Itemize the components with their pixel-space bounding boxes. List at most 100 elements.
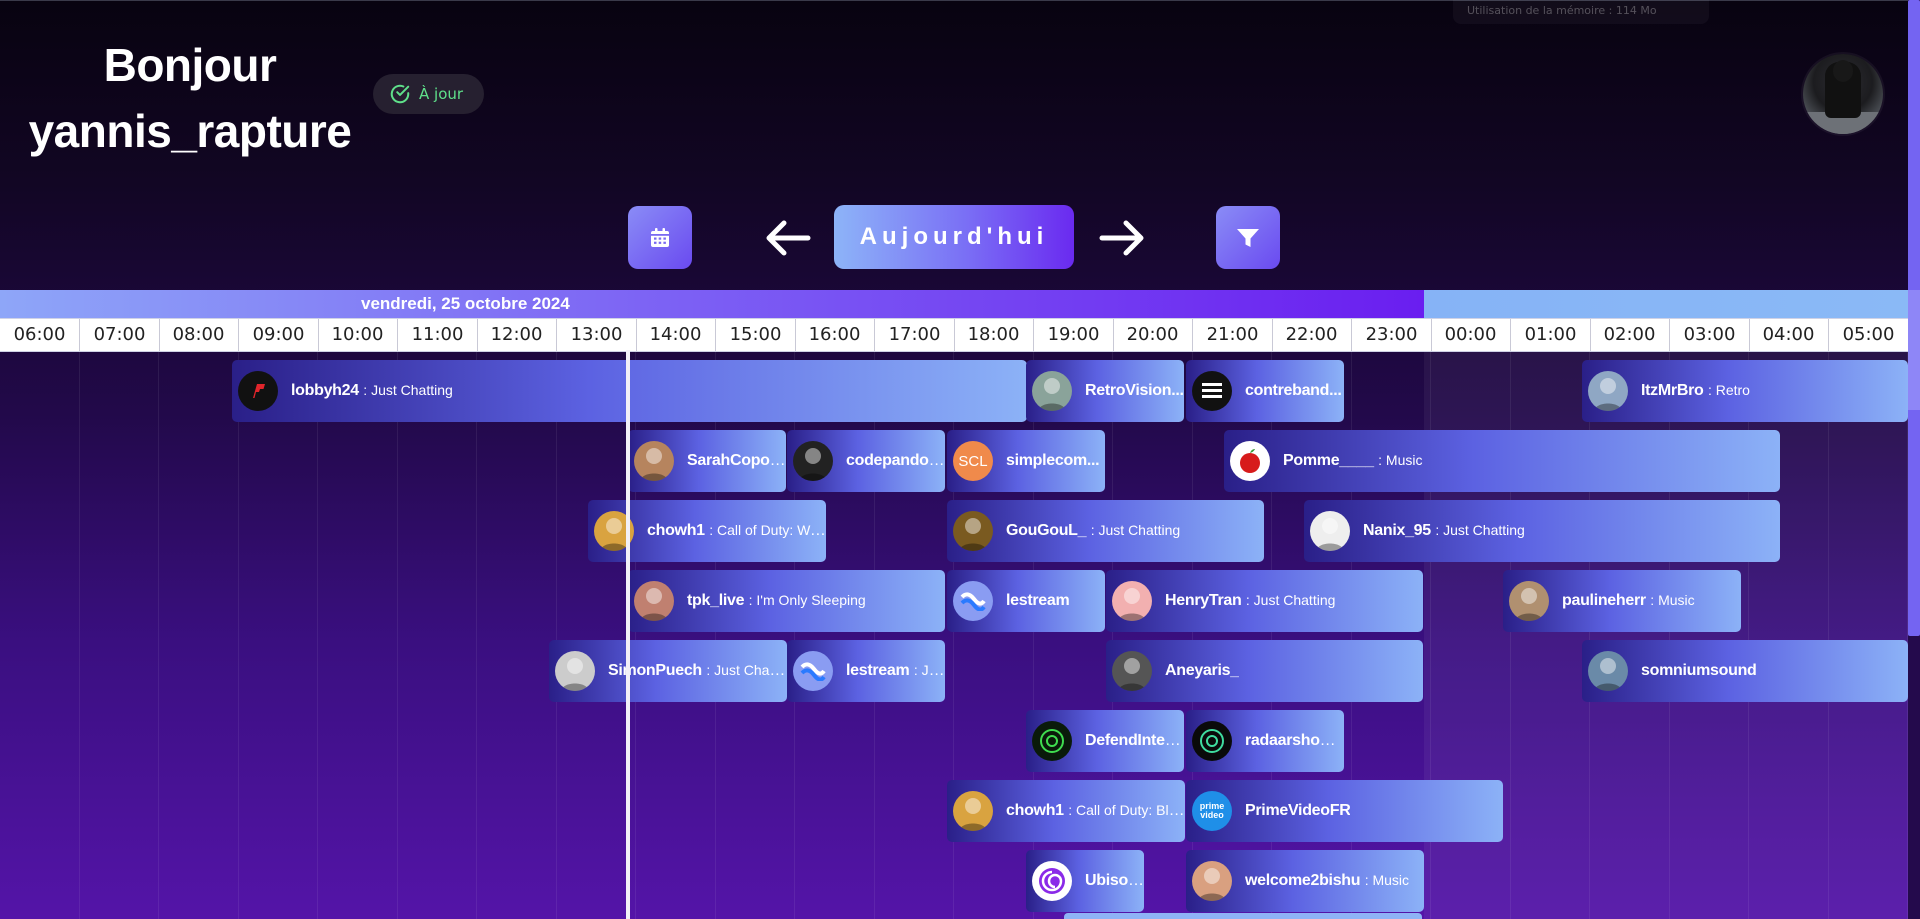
hour-label: 22:00: [1272, 319, 1352, 351]
streamer-name: lestream: [1006, 592, 1070, 609]
filter-icon: [1237, 228, 1259, 247]
streamer-avatar: [1112, 581, 1152, 621]
event-label: Ubisof...: [1085, 872, 1144, 890]
event-label: PrimeVideoFR: [1245, 802, 1350, 820]
streamer-avatar: [555, 651, 595, 691]
streamer-name: chowh1: [1006, 802, 1064, 819]
stream-event[interactable]: radaarshow : ...: [1186, 710, 1344, 772]
stream-event[interactable]: lestream: [947, 570, 1105, 632]
stream-event[interactable]: Aneyaris_: [1106, 640, 1423, 702]
filter-button[interactable]: [1216, 206, 1280, 269]
stream-event[interactable]: GouGouL_ : Just Chatting: [947, 500, 1264, 562]
stream-event[interactable]: chowh1 : Call of Duty: War...: [588, 500, 826, 562]
stream-event[interactable]: Nanix_95 : Just Chatting: [1304, 500, 1780, 562]
hour-label: 08:00: [159, 319, 239, 351]
streamer-name: welcome2bishu: [1245, 872, 1361, 889]
streamer-name: GouGouL_: [1006, 522, 1087, 539]
stream-event[interactable]: HenryTran : Just Chatting: [1106, 570, 1423, 632]
hour-label: 01:00: [1511, 319, 1591, 351]
streamer-avatar: [1509, 581, 1549, 621]
streamer-avatar: [1310, 511, 1350, 551]
stream-event[interactable]: welcome2bishu : Music: [1186, 850, 1424, 912]
hour-label: 06:00: [0, 319, 80, 351]
grid-line: [1828, 352, 1829, 919]
stream-event[interactable]: contreband...: [1186, 360, 1344, 422]
event-label: tpk_live : I'm Only Sleeping: [687, 592, 866, 610]
stream-category: : Just Chatti...: [706, 662, 787, 678]
streamer-avatar: [953, 581, 993, 621]
hour-label: 07:00: [80, 319, 160, 351]
stream-event[interactable]: tpk_live : I'm Only Sleeping: [628, 570, 945, 632]
event-label: lestream : Jus...: [846, 662, 945, 680]
stream-event[interactable]: somniumsound: [1582, 640, 1908, 702]
streamer-name: radaarshow: [1245, 732, 1332, 749]
event-label: HenryTran : Just Chatting: [1165, 592, 1335, 610]
event-partial[interactable]: [1064, 913, 1422, 919]
stream-event[interactable]: Pomme____ : Music: [1224, 430, 1780, 492]
stream-event[interactable]: Ubisof...: [1026, 850, 1144, 912]
hours-timeline: 06:00 07:00 08:00 09:00 10:00 11:00 12:00 13:00…: [0, 318, 1909, 352]
stream-event[interactable]: paulineherr : Music: [1503, 570, 1741, 632]
today-button[interactable]: Aujourd'hui: [834, 205, 1074, 269]
previous-day-button[interactable]: [760, 214, 816, 262]
streamer-name: Ubisof...: [1085, 872, 1144, 889]
streamer-avatar: [793, 441, 833, 481]
calendar-button[interactable]: [628, 206, 692, 269]
event-label: radaarshow : ...: [1245, 732, 1344, 750]
event-label: Aneyaris_: [1165, 662, 1239, 680]
streamer-name: Nanix_95: [1363, 522, 1431, 539]
stream-event[interactable]: chowh1 : Call of Duty: Blac...: [947, 780, 1185, 842]
streamer-name: chowh1: [647, 522, 705, 539]
greeting-line-1: Bonjour: [103, 39, 277, 91]
streamer-name: somniumsound: [1641, 662, 1757, 679]
stream-event[interactable]: lestream : Jus...: [787, 640, 945, 702]
stream-category: : Call of Duty: Blac...: [1068, 802, 1185, 818]
stream-event[interactable]: SimonPuech : Just Chatti...: [549, 640, 787, 702]
streamer-avatar: [1032, 861, 1072, 901]
streamer-avatar: prime video: [1192, 791, 1232, 831]
check-circle-icon: [390, 84, 410, 104]
hour-label: 14:00: [636, 319, 716, 351]
event-label: lestream: [1006, 592, 1069, 610]
stream-event[interactable]: ItzMrBro : Retro: [1582, 360, 1908, 422]
stream-event[interactable]: SarahCopon...: [628, 430, 786, 492]
streamer-avatar: [1192, 721, 1232, 761]
streamer-avatar: [634, 441, 674, 481]
stream-event[interactable]: codepandor...: [787, 430, 945, 492]
streamer-name: simplecom...: [1006, 452, 1100, 469]
stream-category: : Music: [1364, 872, 1410, 888]
streamer-name: contreband...: [1245, 382, 1342, 399]
stream-event[interactable]: DefendIntell...: [1026, 710, 1184, 772]
arrow-left-icon: [766, 220, 811, 256]
streamer-avatar: [238, 371, 278, 411]
date-header: vendredi, 25 octobre 2024: [0, 290, 1424, 318]
grid-line: [238, 352, 239, 919]
stream-category: : Retro: [1707, 382, 1750, 398]
event-label: chowh1 : Call of Duty: Blac...: [1006, 802, 1185, 820]
streamer-name: SarahCopon...: [687, 452, 786, 469]
hour-label: 10:00: [318, 319, 398, 351]
streamer-name: Aneyaris_: [1165, 662, 1239, 679]
stream-category: : ...: [1336, 732, 1344, 748]
grid-line: [397, 352, 398, 919]
streamer-name: codepandor...: [846, 452, 945, 469]
stream-event[interactable]: prime video PrimeVideoFR: [1186, 780, 1503, 842]
hour-label: 13:00: [557, 319, 637, 351]
event-label: SarahCopon...: [687, 452, 786, 470]
hour-label: 03:00: [1670, 319, 1750, 351]
greeting-title: Bonjour yannis_rapture: [16, 32, 364, 164]
user-avatar[interactable]: [1803, 54, 1883, 134]
next-day-button[interactable]: [1094, 214, 1150, 262]
stream-event[interactable]: RetroVision...: [1026, 360, 1184, 422]
stream-event[interactable]: SCL simplecom...: [947, 430, 1105, 492]
hour-label: 09:00: [239, 319, 319, 351]
streamer-name: tpk_live: [687, 592, 745, 609]
arrow-right-icon: [1099, 220, 1144, 256]
stream-category: : Music: [1378, 452, 1423, 468]
grid-line: [317, 352, 318, 919]
stream-category: : Music: [1650, 592, 1695, 608]
streamer-avatar: [1112, 651, 1152, 691]
streamer-avatar: [1192, 861, 1232, 901]
hour-label: 19:00: [1034, 319, 1114, 351]
hour-label: 15:00: [716, 319, 796, 351]
